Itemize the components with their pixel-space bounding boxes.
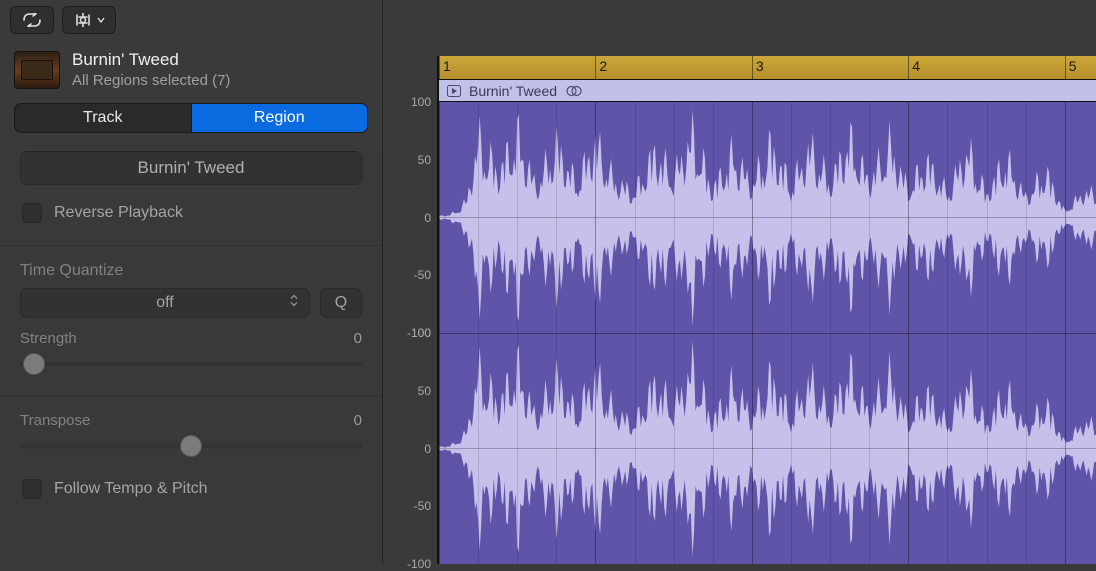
selection-subtitle: All Regions selected (7) xyxy=(72,72,230,89)
strength-row: Strength 0 xyxy=(20,330,362,347)
chevron-updown-icon xyxy=(289,294,299,313)
region-name-field[interactable]: Burnin' Tweed xyxy=(20,151,362,185)
quantize-button[interactable]: Q xyxy=(320,288,362,318)
reverse-playback-label: Reverse Playback xyxy=(54,204,183,222)
stereo-icon xyxy=(565,85,583,97)
transpose-label: Transpose xyxy=(20,412,90,429)
play-icon xyxy=(447,85,461,97)
follow-tempo-checkbox[interactable] xyxy=(22,479,42,499)
loop-tool-button[interactable] xyxy=(10,6,54,34)
strength-slider[interactable] xyxy=(20,349,362,379)
follow-tempo-label: Follow Tempo & Pitch xyxy=(54,480,208,498)
transpose-row: Transpose 0 xyxy=(20,412,362,429)
inspector-panel: Burnin' Tweed All Regions selected (7) T… xyxy=(0,0,382,564)
track-title: Burnin' Tweed xyxy=(72,50,230,70)
region-strip[interactable]: Burnin' Tweed xyxy=(439,80,1096,102)
strength-value: 0 xyxy=(354,330,362,347)
strength-label: Strength xyxy=(20,330,77,347)
amplitude-axis: 100500-50-100 100500-50-100 xyxy=(383,102,439,564)
waveform-left-channel xyxy=(439,102,1096,333)
region-header: Burnin' Tweed All Regions selected (7) xyxy=(0,44,382,99)
transpose-slider[interactable] xyxy=(20,431,362,461)
track-icon xyxy=(14,51,60,89)
inspector-toolbar xyxy=(0,6,382,44)
bar-ruler[interactable]: 12345 xyxy=(439,56,1096,80)
tab-segmented: Track Region xyxy=(14,103,368,133)
tab-track[interactable]: Track xyxy=(15,104,192,132)
waveform-right-channel xyxy=(439,333,1096,564)
waveform-viewport[interactable] xyxy=(439,102,1096,564)
region-strip-name: Burnin' Tweed xyxy=(469,83,557,99)
reverse-playback-checkbox[interactable] xyxy=(22,203,42,223)
audio-editor: 12345 Burnin' Tweed 100500-50-100 100500… xyxy=(383,0,1096,564)
time-quantize-select[interactable]: off xyxy=(20,288,310,318)
transpose-value: 0 xyxy=(354,412,362,429)
time-quantize-value: off xyxy=(156,294,174,312)
flex-tool-button[interactable] xyxy=(62,6,116,34)
reverse-playback-row: Reverse Playback xyxy=(20,199,362,239)
tab-region[interactable]: Region xyxy=(192,104,368,132)
time-quantize-title: Time Quantize xyxy=(20,262,362,280)
follow-tempo-row: Follow Tempo & Pitch xyxy=(20,475,362,515)
